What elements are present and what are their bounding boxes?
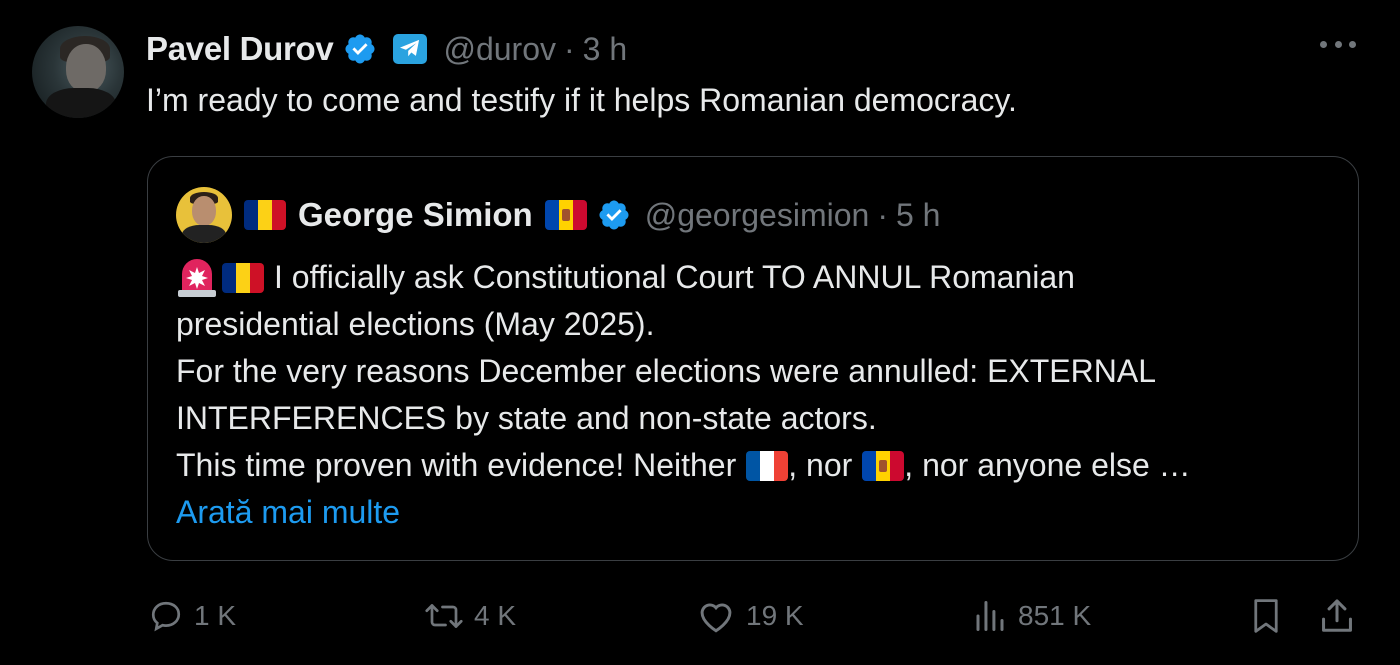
author-name[interactable]: Pavel Durov (146, 30, 334, 68)
action-bar: 1 K 4 K 19 K 851 K (0, 588, 1400, 644)
like-button[interactable]: 19 K (696, 588, 804, 644)
quoted-header: George Simion @georgesimion · 5 h (244, 193, 940, 237)
show-more-link[interactable]: Arată mai multe (176, 489, 400, 536)
repost-count: 4 K (474, 600, 517, 631)
quoted-text-line-2: presidential elections (May 2025). (176, 306, 655, 342)
tweet-header: Pavel Durov @durov · 3 h (146, 26, 627, 72)
share-button[interactable] (1318, 588, 1356, 644)
views-icon (976, 601, 1004, 631)
repost-icon (425, 604, 463, 628)
quoted-text-line-4: INTERFERENCES by state and non-state act… (176, 400, 877, 436)
like-count: 19 K (746, 600, 804, 631)
views-count: 851 K (1018, 600, 1092, 631)
bookmark-button[interactable] (1248, 588, 1284, 644)
separator-dot: · (877, 196, 888, 233)
romania-flag-icon (244, 200, 286, 230)
views-button[interactable]: 851 K (972, 588, 1091, 644)
bookmark-icon (1254, 599, 1278, 633)
quoted-author-name[interactable]: George Simion (298, 196, 533, 234)
tweet-time[interactable]: 3 h (583, 31, 627, 68)
heart-icon (700, 603, 732, 633)
quoted-tweet[interactable]: George Simion @georgesimion · 5 h I offi… (147, 156, 1359, 561)
share-icon (1322, 599, 1352, 632)
quoted-time[interactable]: 5 h (896, 197, 940, 234)
quoted-avatar[interactable] (176, 187, 232, 243)
more-icon[interactable] (1320, 34, 1356, 54)
quoted-text-line-1: I officially ask Constitutional Court TO… (274, 259, 1075, 295)
reply-count: 1 K (194, 600, 237, 631)
siren-icon (176, 258, 218, 298)
quoted-text-line-5c: , nor anyone else … (904, 447, 1191, 483)
verified-badge-icon (345, 34, 375, 64)
reply-button[interactable]: 1 K (148, 588, 236, 644)
author-handle[interactable]: @durov (443, 31, 556, 68)
moldova-flag-icon (544, 200, 587, 230)
repost-button[interactable]: 4 K (424, 588, 516, 644)
quoted-text: I officially ask Constitutional Court TO… (176, 254, 1326, 536)
quoted-author-handle[interactable]: @georgesimion (645, 197, 870, 234)
tweet-text: I’m ready to come and testify if it help… (146, 82, 1017, 118)
france-flag-icon (746, 450, 789, 481)
quoted-text-line-5b: , nor (788, 447, 853, 483)
author-avatar[interactable] (32, 26, 124, 118)
reply-icon (151, 601, 181, 632)
verified-badge-icon (599, 200, 629, 230)
quoted-text-line-3: For the very reasons December elections … (176, 353, 1156, 389)
telegram-icon (393, 34, 428, 64)
quoted-text-line-5a: This time proven with evidence! Neither (176, 447, 737, 483)
moldova-flag-icon (862, 450, 905, 481)
separator-dot: · (563, 30, 575, 67)
romania-flag-icon (222, 262, 264, 293)
